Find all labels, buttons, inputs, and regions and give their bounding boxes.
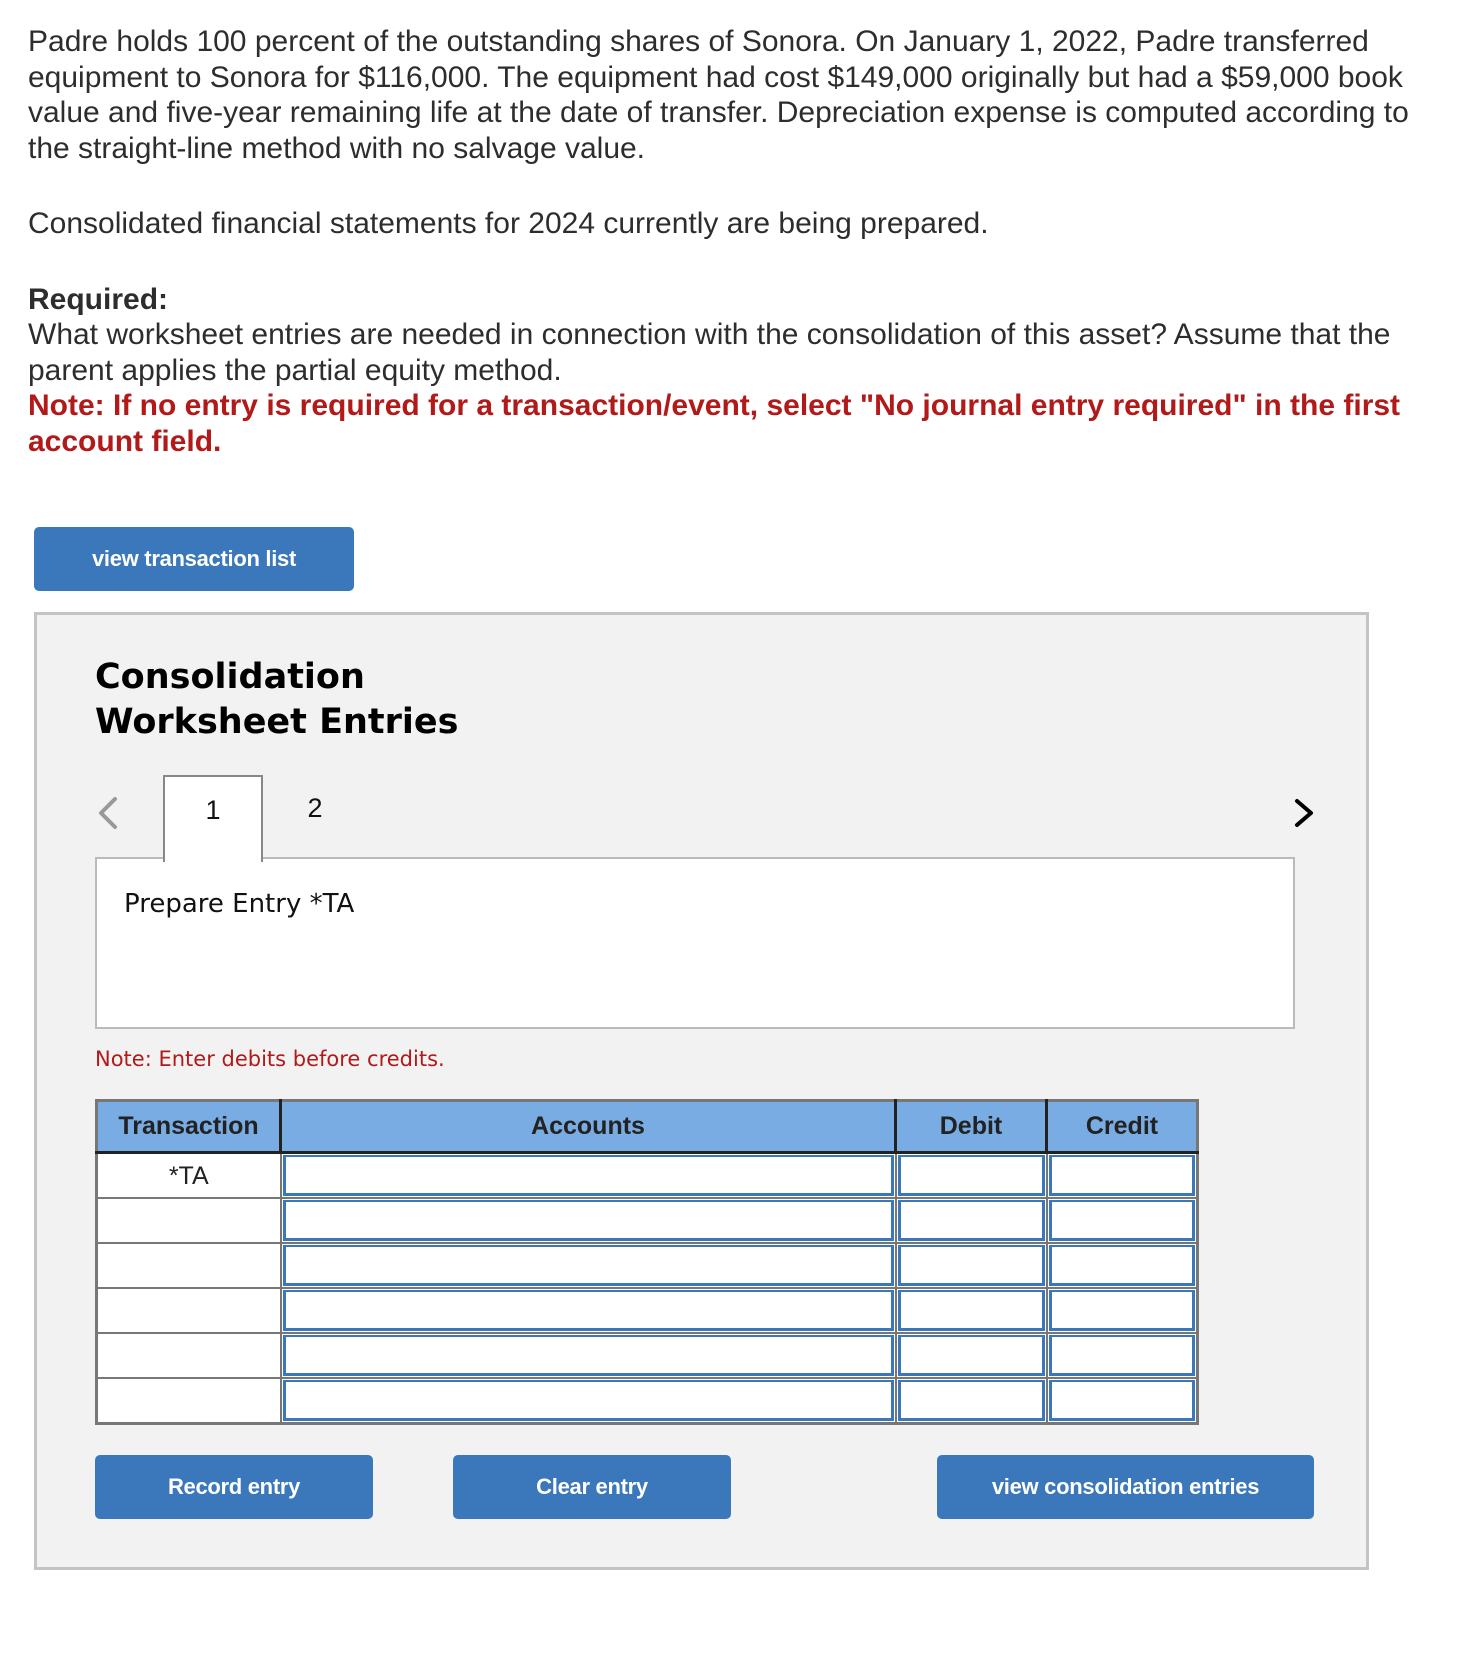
transaction-cell: *TA (95, 1151, 282, 1199)
account-input[interactable] (282, 1155, 894, 1196)
debit-input[interactable] (897, 1290, 1045, 1331)
transaction-cell (95, 1332, 282, 1379)
table-header-row: Transaction Accounts Debit Credit (96, 1100, 1198, 1154)
problem-paragraph: Padre holds 100 percent of the outstandi… (28, 25, 1409, 165)
transaction-cell (95, 1197, 282, 1244)
debit-input[interactable] (897, 1335, 1045, 1376)
transaction-cell (95, 1287, 282, 1334)
table-row (95, 1332, 1199, 1379)
entry-prompt: Prepare Entry *TA (124, 889, 355, 919)
credit-input[interactable] (1048, 1155, 1195, 1196)
credit-cell (1045, 1197, 1199, 1244)
table-row: *TA (95, 1151, 1199, 1199)
account-cell (279, 1377, 897, 1425)
column-header-accounts: Accounts (280, 1100, 897, 1154)
account-input[interactable] (282, 1200, 894, 1241)
credit-cell (1045, 1287, 1199, 1334)
table-row (95, 1197, 1199, 1244)
debit-input[interactable] (897, 1200, 1045, 1241)
tab-1[interactable]: 1 (163, 775, 263, 862)
panel-title-line1: Consolidation (95, 657, 365, 697)
debit-cell (894, 1151, 1048, 1199)
entry-prompt-box: Prepare Entry *TA (95, 857, 1295, 1029)
no-entry-note: Note: If no entry is required for a tran… (28, 389, 1401, 458)
credit-input[interactable] (1048, 1290, 1195, 1331)
chevron-right-icon[interactable] (1289, 793, 1319, 833)
account-cell (279, 1332, 897, 1379)
credit-cell (1045, 1332, 1199, 1379)
clear-entry-button[interactable]: Clear entry (453, 1455, 731, 1519)
debit-input[interactable] (897, 1380, 1045, 1421)
column-header-transaction: Transaction (96, 1100, 282, 1154)
credit-input[interactable] (1048, 1335, 1195, 1376)
consolidation-worksheet-panel: Consolidation Worksheet Entries 1 2 Prep… (34, 612, 1369, 1570)
account-cell (279, 1151, 897, 1199)
debit-cell (894, 1332, 1048, 1379)
column-header-debit: Debit (895, 1100, 1048, 1154)
view-transaction-list-button[interactable]: view transaction list (34, 527, 354, 591)
problem-context: Consolidated financial statements for 20… (28, 207, 989, 240)
credit-input[interactable] (1048, 1200, 1195, 1241)
problem-statement: Padre holds 100 percent of the outstandi… (28, 24, 1428, 459)
tab-2[interactable]: 2 (265, 775, 365, 859)
credit-cell (1045, 1151, 1199, 1199)
panel-title: Consolidation Worksheet Entries (95, 655, 458, 745)
credit-cell (1045, 1242, 1199, 1289)
debit-cell (894, 1197, 1048, 1244)
transaction-cell (95, 1377, 282, 1425)
debit-credit-note: Note: Enter debits before credits. (95, 1047, 445, 1071)
account-input[interactable] (282, 1335, 894, 1376)
table-row (95, 1377, 1199, 1425)
account-input[interactable] (282, 1245, 894, 1286)
table-row (95, 1242, 1199, 1289)
panel-title-line2: Worksheet Entries (95, 702, 459, 742)
view-consolidation-entries-button[interactable]: view consolidation entries (937, 1455, 1314, 1519)
transaction-cell (95, 1242, 282, 1289)
column-header-credit: Credit (1046, 1100, 1198, 1154)
account-cell (279, 1287, 897, 1334)
credit-cell (1045, 1377, 1199, 1425)
account-input[interactable] (282, 1290, 894, 1331)
table-row (95, 1287, 1199, 1334)
debit-cell (894, 1377, 1048, 1425)
credit-input[interactable] (1048, 1380, 1195, 1421)
record-entry-button[interactable]: Record entry (95, 1455, 373, 1519)
credit-input[interactable] (1048, 1245, 1195, 1286)
debit-cell (894, 1287, 1048, 1334)
journal-table: Transaction Accounts Debit Credit *TA (95, 1099, 1199, 1425)
chevron-left-icon[interactable] (93, 793, 123, 833)
account-cell (279, 1242, 897, 1289)
debit-input[interactable] (897, 1245, 1045, 1286)
account-input[interactable] (282, 1380, 894, 1421)
debit-cell (894, 1242, 1048, 1289)
account-cell (279, 1197, 897, 1244)
debit-input[interactable] (897, 1155, 1045, 1196)
required-label: Required: (28, 282, 169, 316)
required-question: What worksheet entries are needed in con… (28, 318, 1391, 387)
